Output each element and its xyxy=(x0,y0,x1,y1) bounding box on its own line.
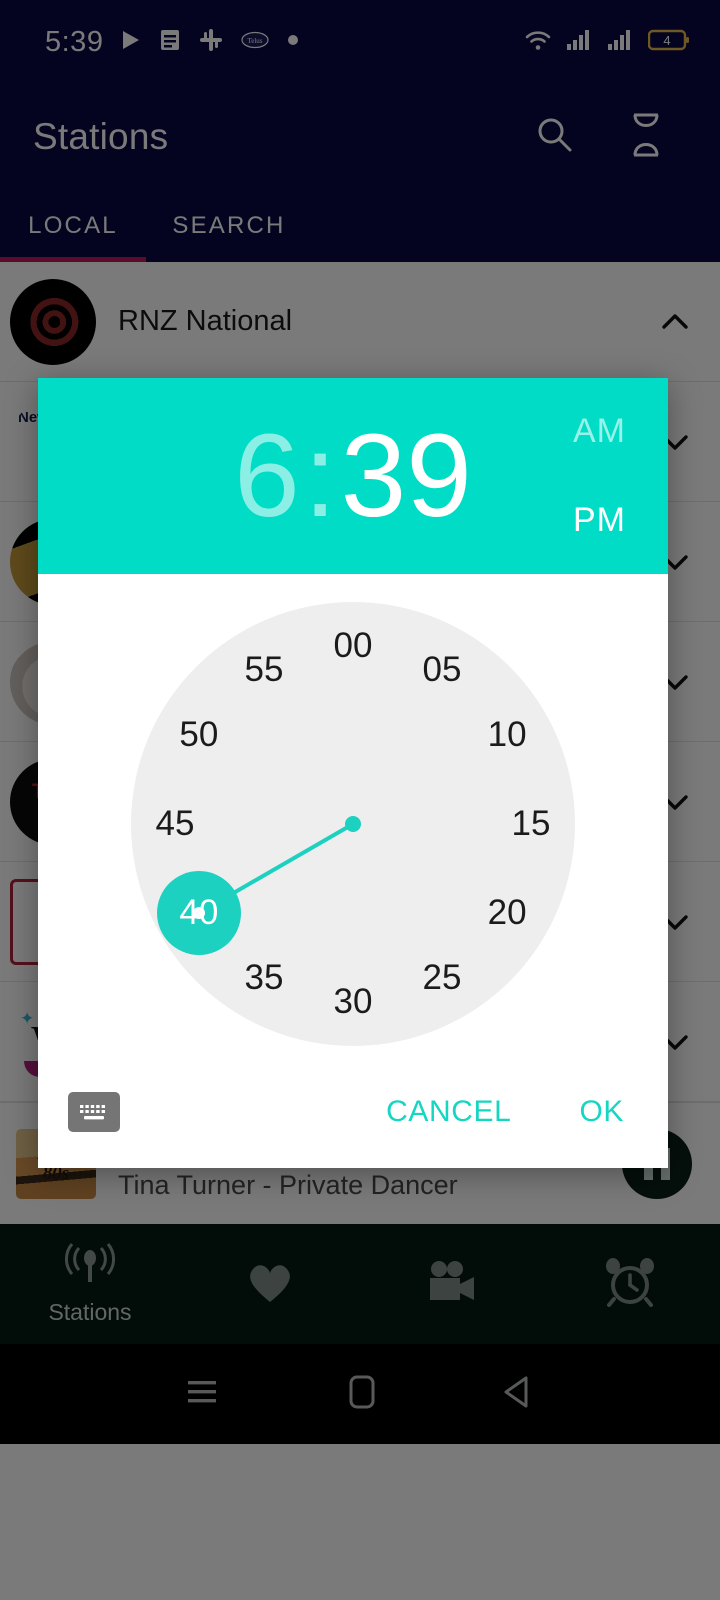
clock-hand-pivot xyxy=(345,816,361,832)
clock-dial[interactable]: 00 05 10 15 20 25 30 35 40 45 50 55 xyxy=(131,602,575,1046)
time-picker-header: 6 : 39 AM PM xyxy=(38,378,668,574)
clock-tick-15[interactable]: 15 xyxy=(494,787,568,861)
clock-tick-45[interactable]: 45 xyxy=(138,787,212,861)
am-option[interactable]: AM xyxy=(573,412,626,451)
clock-tick-25[interactable]: 25 xyxy=(405,941,479,1015)
phone-screen: 5:39 xyxy=(0,0,720,1600)
time-picker-body: 00 05 10 15 20 25 30 35 40 45 50 55 xyxy=(38,574,668,1056)
hour-value[interactable]: 6 xyxy=(234,417,300,535)
keyboard-icon[interactable] xyxy=(68,1092,120,1132)
clock-tick-55[interactable]: 55 xyxy=(227,633,301,707)
clock-tick-40[interactable]: 40 xyxy=(162,876,236,950)
clock-tick-50[interactable]: 50 xyxy=(162,698,236,772)
time-picker-footer: CANCEL OK xyxy=(38,1056,668,1168)
minute-value[interactable]: 39 xyxy=(341,417,472,535)
clock-tick-05[interactable]: 05 xyxy=(405,633,479,707)
clock-tick-30[interactable]: 30 xyxy=(316,965,390,1039)
clock-tick-20[interactable]: 20 xyxy=(470,876,544,950)
clock-tick-00[interactable]: 00 xyxy=(316,609,390,683)
clock-tick-10[interactable]: 10 xyxy=(470,698,544,772)
pm-option[interactable]: PM xyxy=(573,501,626,540)
ok-button[interactable]: OK xyxy=(579,1095,624,1129)
time-separator: : xyxy=(303,410,337,542)
time-display: 6 : 39 xyxy=(234,417,472,535)
clock-tick-35[interactable]: 35 xyxy=(227,941,301,1015)
dialog-actions: CANCEL OK xyxy=(386,1095,632,1129)
cancel-button[interactable]: CANCEL xyxy=(386,1095,511,1129)
meridiem-selector: AM PM xyxy=(573,412,626,540)
time-picker-dialog: 6 : 39 AM PM 00 05 10 15 20 25 30 35 40 45 50 55 xyxy=(38,378,668,1168)
